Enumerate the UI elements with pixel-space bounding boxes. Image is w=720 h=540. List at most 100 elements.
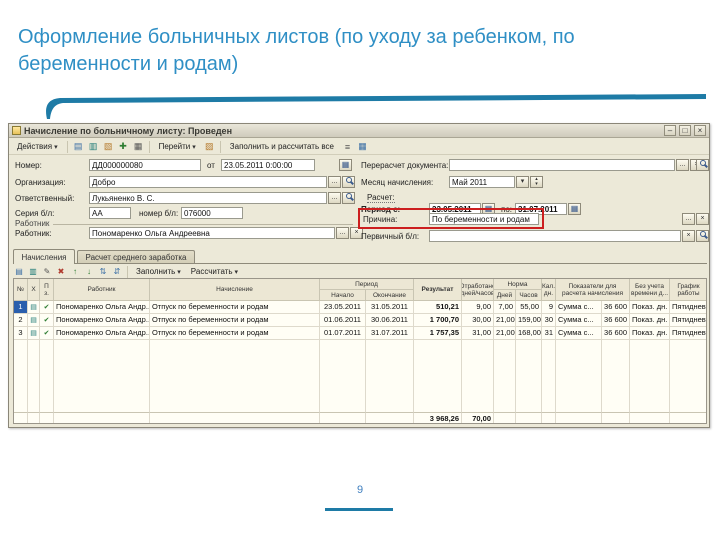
chevron-down-icon[interactable]: ▾ (516, 176, 529, 188)
number-field[interactable]: ДД000000080 (89, 159, 201, 171)
move-up-icon[interactable]: ↑ (69, 266, 81, 278)
cell-num[interactable]: 1 (14, 301, 28, 314)
cell-no_time[interactable]: Показ. дн. 5... (630, 314, 670, 327)
cell-result[interactable]: 1 757,35 (414, 327, 462, 340)
cell-start[interactable]: 01.06.2011 (320, 314, 366, 327)
col-header-start[interactable]: Начало (320, 290, 366, 301)
clear-icon[interactable]: × (696, 213, 709, 225)
cell-start[interactable]: 01.07.2011 (320, 327, 366, 340)
cell-worked[interactable]: 31,00 (462, 327, 494, 340)
maximize-button[interactable]: □ (679, 125, 691, 136)
cell-worked[interactable]: 30,00 (462, 314, 494, 327)
spinner-control[interactable]: ▴ ▾ (530, 176, 543, 188)
cell-employee[interactable]: Пономаренко Ольга Андр... (54, 314, 150, 327)
col-header-pz[interactable]: П з. (40, 279, 54, 301)
ellipsis-button[interactable]: ... (336, 227, 349, 239)
lookup-icon[interactable] (342, 176, 355, 188)
move-down-icon[interactable]: ↓ (83, 266, 95, 278)
cell-indicator_value[interactable]: 36 600 (602, 314, 630, 327)
ellipsis-button[interactable]: ... (682, 213, 695, 225)
col-header-schedule[interactable]: График работы (670, 279, 706, 301)
table-settings-icon[interactable]: ▦ (356, 140, 369, 153)
cell-num[interactable]: 3 (14, 327, 28, 340)
cell-result[interactable]: 510,21 (414, 301, 462, 314)
fill-and-calculate-all-button[interactable]: Заполнить и рассчитать все (225, 140, 339, 153)
series-field[interactable]: АА (89, 207, 131, 219)
cell-num[interactable]: 2 (14, 314, 28, 327)
responsible-field[interactable]: Лукьяненко В. С. (89, 192, 327, 204)
ellipsis-button[interactable]: ... (676, 159, 689, 171)
cell-indicator[interactable]: Сумма с... (556, 314, 602, 327)
col-header-accrual[interactable]: Начисление (150, 279, 320, 301)
cell-norm_days[interactable]: 21,00 (494, 327, 516, 340)
cell-indicator_value[interactable]: 36 600 (602, 301, 630, 314)
cell-cal_days[interactable]: 9 (542, 301, 556, 314)
cell-schedule[interactable]: Пятидневка (670, 301, 706, 314)
cell-indicator_value[interactable]: 36 600 (602, 327, 630, 340)
col-header-result[interactable]: Результат (414, 279, 462, 301)
cell-norm_days[interactable]: 7,00 (494, 301, 516, 314)
fill-button[interactable]: Заполнить ▾ (132, 266, 185, 278)
cell-start[interactable]: 23.05.2011 (320, 301, 366, 314)
lookup-icon[interactable] (696, 159, 709, 171)
save-icon[interactable]: ▤ (72, 140, 85, 153)
clear-icon[interactable]: × (682, 230, 695, 242)
goto-menu-button[interactable]: Перейти ▾ (154, 140, 201, 153)
close-button[interactable]: × (694, 125, 706, 136)
add-icon[interactable]: ✚ (117, 140, 130, 153)
calc-link[interactable]: Расчет: (367, 193, 395, 203)
recalc-field[interactable] (449, 159, 675, 171)
col-header-num[interactable]: № (14, 279, 28, 301)
cell-worked[interactable]: 9,00 (462, 301, 494, 314)
cell-cal_days[interactable]: 30 (542, 314, 556, 327)
cell-indicator[interactable]: Сумма с... (556, 301, 602, 314)
cell-accrual[interactable]: Отпуск по беременности и родам (150, 301, 320, 314)
list-settings-icon[interactable]: ≡ (341, 140, 354, 153)
cell-result[interactable]: 1 700,70 (414, 314, 462, 327)
document-date-field[interactable]: 23.05.2011 0:00:00 (221, 159, 315, 171)
tab-accruals[interactable]: Начисления (13, 249, 75, 264)
ellipsis-button[interactable]: ... (328, 176, 341, 188)
copy-row-icon[interactable]: ▥ (27, 266, 39, 278)
table-row[interactable]: 3 ▤ ✔ Пономаренко Ольга Андр... Отпуск по бе… (14, 327, 706, 340)
edit-row-icon[interactable]: ✎ (41, 266, 53, 278)
actions-menu-button[interactable]: Действия ▾ (12, 140, 63, 153)
calculate-button[interactable]: Рассчитать ▾ (187, 266, 242, 278)
bl-number-field[interactable]: 076000 (181, 207, 243, 219)
row-doc-icon[interactable]: ▤ (28, 301, 40, 314)
cell-accrual[interactable]: Отпуск по беременности и родам (150, 327, 320, 340)
primary-bl-field[interactable] (429, 230, 681, 242)
col-header-no-time[interactable]: Без учета времени д... (630, 279, 670, 301)
cell-schedule[interactable]: Пятидневка (670, 327, 706, 340)
add-row-icon[interactable]: ▤ (13, 266, 25, 278)
calendar-icon[interactable]: ▦ (568, 203, 581, 215)
reread-icon[interactable]: ▧ (102, 140, 115, 153)
row-check-icon[interactable]: ✔ (40, 327, 54, 340)
row-check-icon[interactable]: ✔ (40, 301, 54, 314)
row-check-icon[interactable]: ✔ (40, 314, 54, 327)
calendar-icon[interactable]: ▦ (339, 159, 352, 171)
delete-row-icon[interactable]: ✖ (55, 266, 67, 278)
cell-schedule[interactable]: Пятидневка (670, 314, 706, 327)
cell-no_time[interactable]: Показ. дн. 5... (630, 327, 670, 340)
col-header-x[interactable]: X (28, 279, 40, 301)
sort-asc-icon[interactable]: ⇅ (97, 266, 109, 278)
ellipsis-button[interactable]: ... (328, 192, 341, 204)
row-doc-icon[interactable]: ▤ (28, 314, 40, 327)
lookup-icon[interactable] (696, 230, 709, 242)
col-header-employee[interactable]: Работник (54, 279, 150, 301)
table-row[interactable]: 2 ▤ ✔ Пономаренко Ольга Андр... Отпуск по бе… (14, 314, 706, 327)
cell-end[interactable]: 31.07.2011 (366, 327, 414, 340)
col-header-worked[interactable]: Отработано дней/часов (462, 279, 494, 301)
minimize-button[interactable]: – (664, 125, 676, 136)
col-header-period[interactable]: Период (320, 279, 414, 290)
cell-employee[interactable]: Пономаренко Ольга Андр... (54, 301, 150, 314)
cell-indicator[interactable]: Сумма с... (556, 327, 602, 340)
month-field[interactable]: Май 2011 (449, 176, 515, 188)
structure-icon[interactable]: ▦ (132, 140, 145, 153)
col-header-norm-days[interactable]: Дней (494, 290, 516, 301)
window-titlebar[interactable]: Начисление по больничному листу: Проведе… (9, 124, 709, 138)
organization-field[interactable]: Добро (89, 176, 327, 188)
cell-norm_hours[interactable]: 168,00 (516, 327, 542, 340)
cell-end[interactable]: 31.05.2011 (366, 301, 414, 314)
